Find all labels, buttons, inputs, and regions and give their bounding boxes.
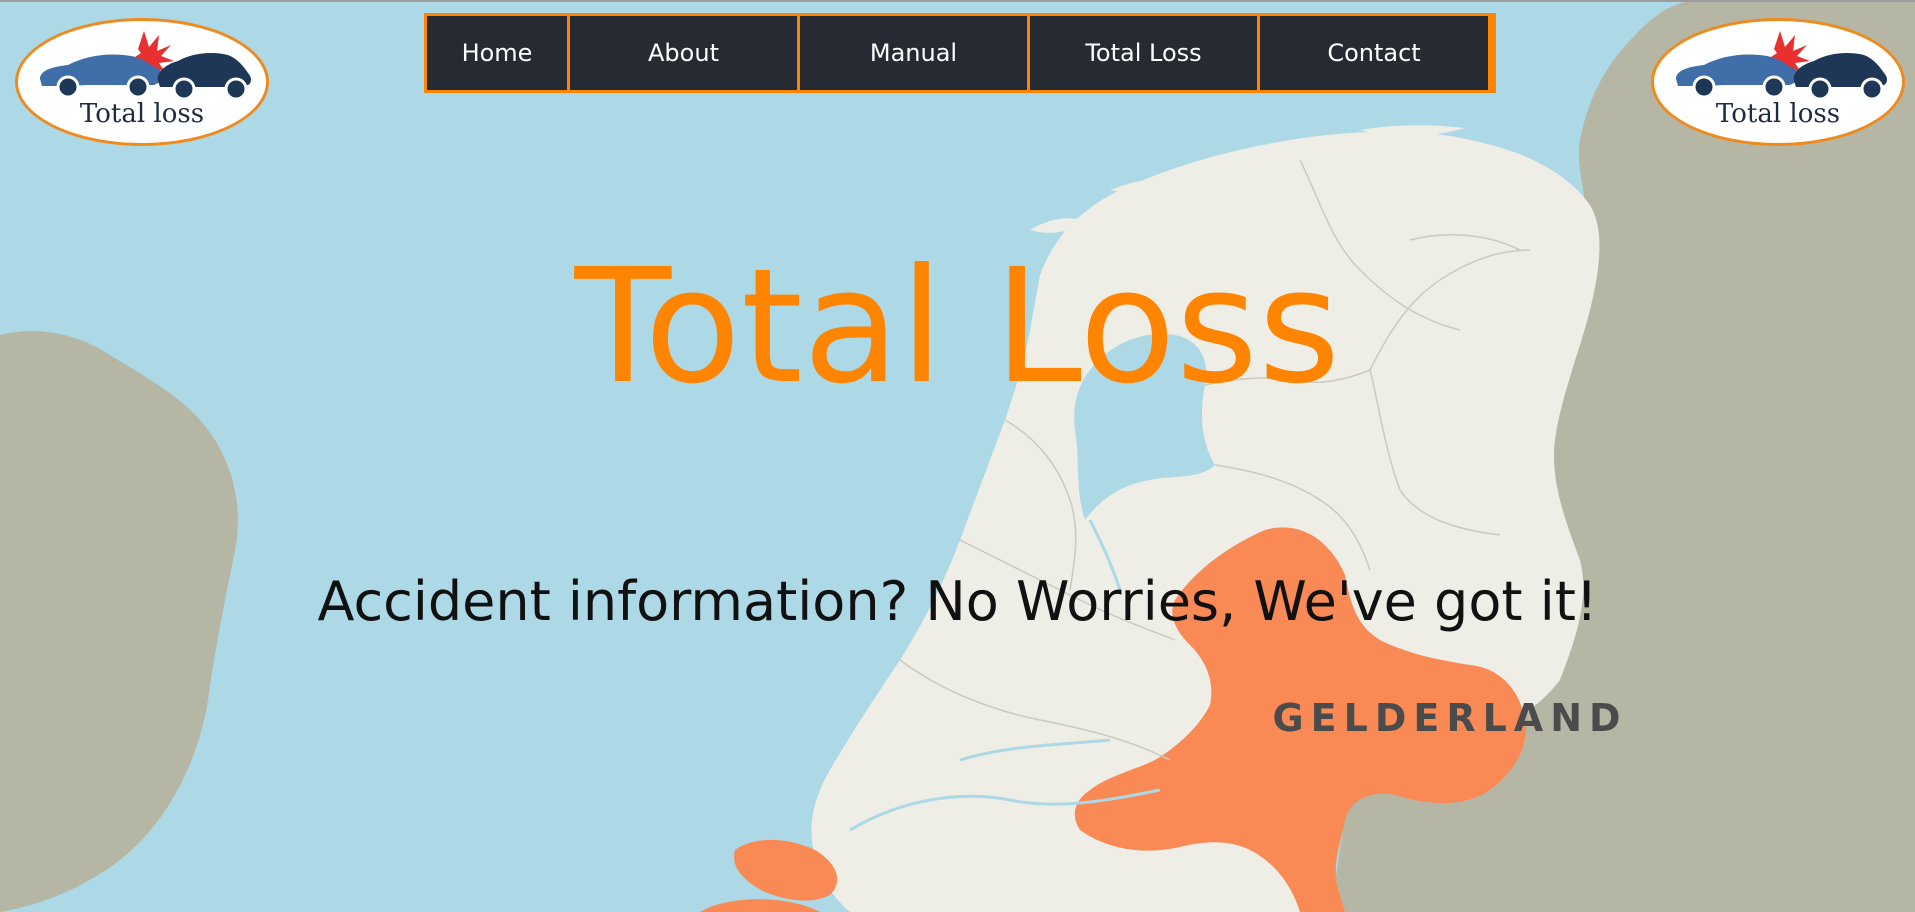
nav-manual[interactable]: Manual <box>800 16 1027 90</box>
top-border <box>0 0 1915 2</box>
hero-subtitle: Accident information? No Worries, We've … <box>317 570 1598 633</box>
car-crash-icon <box>40 31 251 101</box>
gelderland-label: GELDERLAND <box>1272 696 1627 740</box>
nav-total-loss[interactable]: Total Loss <box>1030 16 1257 90</box>
logo-text: Total loss <box>1715 99 1841 129</box>
main-nav: Home About Manual Total Loss Contact <box>424 13 1496 93</box>
background-map: GELDERLAND <box>0 0 1915 912</box>
nav-contact[interactable]: Contact <box>1260 16 1488 90</box>
car-crash-icon <box>1676 31 1887 101</box>
logo-left[interactable]: Total loss <box>15 18 269 146</box>
logo-text: Total loss <box>79 99 205 129</box>
nav-about[interactable]: About <box>570 16 797 90</box>
hero-title: Total Loss <box>574 235 1341 419</box>
nav-home[interactable]: Home <box>427 16 567 90</box>
logo-right[interactable]: Total loss <box>1651 18 1905 146</box>
